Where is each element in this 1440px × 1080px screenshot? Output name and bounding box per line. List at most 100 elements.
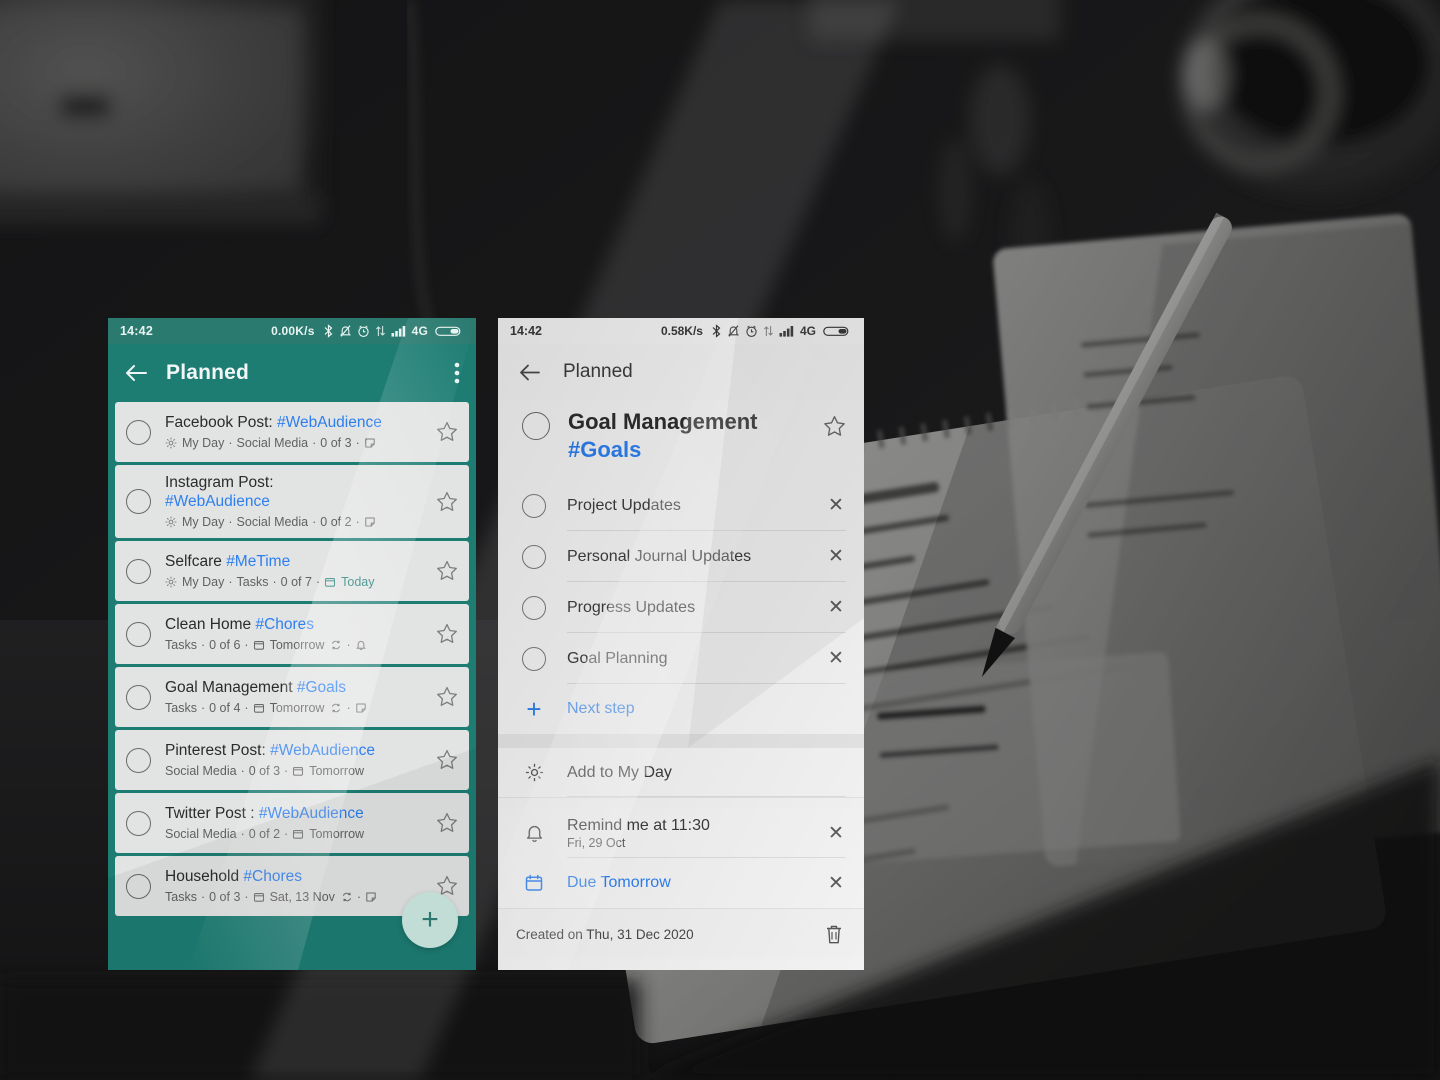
- trash-icon[interactable]: [824, 923, 844, 945]
- task-title-text: Household: [165, 868, 240, 886]
- task-tag: #WebAudience: [165, 493, 270, 511]
- favorite-star-icon[interactable]: [435, 420, 461, 444]
- subtask-progress: 0 of 6: [209, 637, 241, 652]
- list-name: Social Media: [165, 763, 237, 778]
- task-list-item[interactable]: Selfcare #MeTime My Day · Tasks · 0 of 7 · To…: [115, 541, 469, 601]
- favorite-star-icon[interactable]: [435, 622, 461, 646]
- subtask-row[interactable]: Project Updates ✕: [498, 480, 864, 532]
- subtask-progress: 0 of 7: [280, 574, 312, 589]
- favorite-star-icon[interactable]: [435, 559, 461, 583]
- note-icon: [364, 516, 376, 528]
- remove-option-icon[interactable]: ✕: [826, 822, 846, 845]
- task-title: Selfcare #MeTime: [165, 552, 429, 571]
- due-date-icon: [324, 576, 336, 588]
- due-date-icon: [253, 891, 265, 903]
- task-title: Goal Management #Goals: [165, 678, 429, 697]
- subtask-checkbox[interactable]: [522, 544, 546, 569]
- favorite-star-icon[interactable]: [822, 414, 848, 439]
- task-checkbox[interactable]: [126, 558, 151, 584]
- task-list-item[interactable]: Twitter Post : #WebAudience Social Media…: [115, 793, 469, 853]
- network-speed: 0.58K/s: [660, 324, 703, 338]
- next-step-row[interactable]: + Next step: [498, 684, 864, 734]
- subtask-row[interactable]: Personal Journal Updates ✕: [498, 531, 864, 583]
- task-title-text: Facebook Post:: [165, 414, 273, 432]
- subtask-row[interactable]: Goal Planning ✕: [498, 633, 864, 685]
- remove-subtask-icon[interactable]: ✕: [826, 494, 846, 517]
- task-list-item[interactable]: Goal Management #Goals Tasks · 0 of 4 · Tom…: [115, 667, 469, 727]
- task-checkbox[interactable]: [126, 873, 151, 899]
- task-body: Instagram Post: #WebAudience My Day · Socia…: [165, 473, 429, 530]
- add-task-fab[interactable]: +: [402, 892, 458, 948]
- task-option-reminder[interactable]: Remind me at 11:30 Fri, 29 Oct ✕: [498, 808, 864, 859]
- network-speed: 0.00K/s: [271, 324, 315, 338]
- task-body: Clean Home #Chores Tasks · 0 of 6 · Tomorro…: [165, 615, 429, 653]
- subtask-checkbox[interactable]: [522, 595, 546, 620]
- task-body: Facebook Post: #WebAudience My Day · Socia…: [165, 413, 429, 451]
- list-name: Tasks: [165, 637, 197, 652]
- task-meta: My Day · Social Media · 0 of 2 ·: [165, 514, 429, 530]
- remove-subtask-icon[interactable]: ✕: [826, 647, 846, 670]
- task-checkbox[interactable]: [126, 747, 151, 773]
- phone-screen-task-detail: 14:42 0.58K/s 4G Planned Goal Management…: [498, 318, 864, 970]
- task-detail-card: Goal Management #Goals Project Updates ✕…: [498, 400, 864, 735]
- task-checkbox[interactable]: [126, 489, 151, 514]
- subtask-progress: 0 of 3: [209, 889, 241, 904]
- list-name: Tasks: [165, 700, 197, 715]
- due-date-icon: [292, 765, 304, 777]
- task-checkbox[interactable]: [126, 621, 151, 647]
- task-title: Household #Chores: [165, 867, 429, 886]
- favorite-star-icon[interactable]: [435, 490, 461, 514]
- status-bar-left: 14:42 0.00K/s 4G: [108, 318, 476, 344]
- option-text: Add to My Day: [567, 764, 846, 782]
- task-title[interactable]: Goal Management: [568, 408, 822, 436]
- remove-subtask-icon[interactable]: ✕: [826, 596, 846, 619]
- remove-option-icon[interactable]: ✕: [826, 872, 846, 895]
- favorite-star-icon[interactable]: [435, 685, 461, 709]
- remove-subtask-icon[interactable]: ✕: [826, 545, 846, 568]
- task-checkbox[interactable]: [126, 810, 151, 836]
- more-options-icon[interactable]: [454, 361, 460, 385]
- favorite-star-icon[interactable]: [435, 811, 461, 835]
- due-date-label: Tomorrow: [309, 826, 365, 841]
- subtask-checkbox[interactable]: [522, 493, 546, 518]
- task-title-text: Goal Management: [165, 679, 293, 697]
- due-date-label: Tomorrow: [269, 700, 325, 715]
- favorite-star-icon[interactable]: [435, 748, 461, 772]
- my-day-icon: [165, 437, 177, 449]
- option-sublabel: Fri, 29 Oct: [567, 835, 626, 850]
- option-label: Remind me at 11:30: [567, 816, 710, 834]
- row-divider: [567, 796, 846, 798]
- task-list-item[interactable]: Clean Home #Chores Tasks · 0 of 6 · Tomorro…: [115, 604, 469, 664]
- mute-bell-icon: [339, 324, 352, 338]
- my-day-icon: [165, 516, 177, 528]
- task-meta: Tasks · 0 of 4 · Tomorrow ·: [165, 700, 429, 716]
- task-option-add-to-my-day[interactable]: Add to My Day: [498, 748, 864, 799]
- signal-bars-icon: [779, 324, 796, 338]
- subtask-row[interactable]: Progress Updates ✕: [498, 582, 864, 634]
- subtask-progress: 0 of 3: [248, 763, 281, 778]
- task-footer: Created on Thu, 31 Dec 2020: [498, 908, 864, 960]
- status-bar-right: 14:42 0.58K/s 4G: [498, 318, 864, 344]
- back-arrow-icon[interactable]: [518, 363, 541, 382]
- status-time: 14:42: [510, 324, 542, 338]
- back-arrow-icon[interactable]: [124, 363, 148, 383]
- subtask-checkbox[interactable]: [522, 646, 546, 671]
- task-complete-checkbox[interactable]: [522, 412, 550, 440]
- task-list-item[interactable]: Facebook Post: #WebAudience My Day · Socia…: [115, 402, 469, 462]
- task-header: Goal Management #Goals: [498, 400, 864, 480]
- subtask-label: Progress Updates: [567, 598, 696, 616]
- task-list-item[interactable]: Pinterest Post: #WebAudience Social Medi…: [115, 730, 469, 790]
- task-tag: #Goals: [296, 679, 346, 697]
- option-text: Due Tomorrow: [567, 874, 826, 892]
- my-day-icon: [165, 576, 177, 588]
- task-list-item[interactable]: Instagram Post: #WebAudience My Day · Socia…: [115, 465, 469, 538]
- due-date-label: Today: [341, 574, 375, 589]
- option-label: Due Tomorrow: [567, 874, 671, 892]
- task-tag[interactable]: #Goals: [568, 436, 822, 465]
- task-header-text: Goal Management #Goals: [568, 408, 822, 464]
- task-tag: #Chores: [255, 616, 315, 634]
- alarm-clock-icon: [357, 324, 370, 338]
- task-option-due-date[interactable]: Due Tomorrow ✕: [498, 858, 864, 909]
- task-checkbox[interactable]: [126, 684, 151, 710]
- task-checkbox[interactable]: [126, 419, 151, 445]
